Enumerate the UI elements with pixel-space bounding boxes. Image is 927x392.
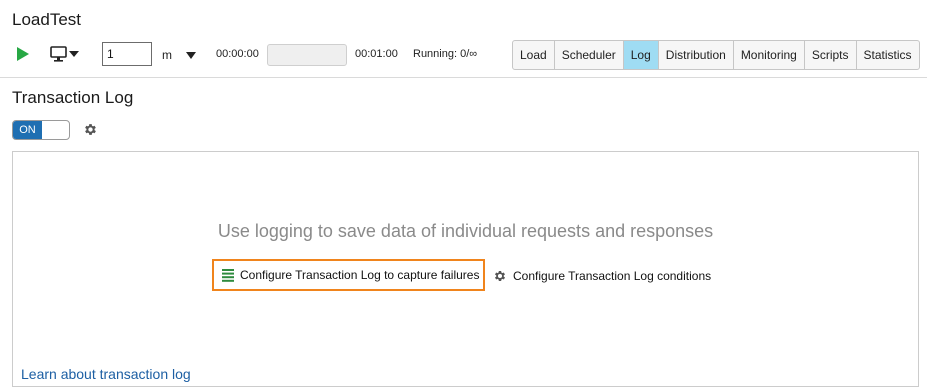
monitor-icon xyxy=(50,46,79,62)
tab-distribution[interactable]: Distribution xyxy=(659,41,734,69)
configure-conditions-button[interactable]: Configure Transaction Log conditions xyxy=(493,266,711,286)
unit-value: m xyxy=(162,48,172,62)
duration-time: 00:01:00 xyxy=(355,48,398,60)
empty-state-message: Use logging to save data of individual r… xyxy=(217,221,714,241)
tab-statistics[interactable]: Statistics xyxy=(857,41,919,69)
list-icon xyxy=(222,268,234,282)
monitor-dropdown-button[interactable] xyxy=(50,45,82,63)
transaction-log-panel: Use logging to save data of individual r… xyxy=(12,151,919,387)
learn-transaction-log-link[interactable]: Learn about transaction log xyxy=(21,366,191,382)
play-icon xyxy=(17,47,29,61)
gear-icon xyxy=(494,270,506,282)
section-title: Transaction Log xyxy=(12,88,134,107)
configure-failures-label: Configure Transaction Log to capture fai… xyxy=(240,268,480,282)
configure-failures-button[interactable]: Configure Transaction Log to capture fai… xyxy=(212,259,485,291)
tab-monitoring[interactable]: Monitoring xyxy=(734,41,805,69)
toolbar: m 00:00:00 00:01:00 Running: 0/∞ Load Sc… xyxy=(12,40,920,70)
configure-conditions-label: Configure Transaction Log conditions xyxy=(513,269,712,283)
progress-bar xyxy=(267,44,347,66)
view-tabs: Load Scheduler Log Distribution Monitori… xyxy=(512,40,920,70)
running-status: Running: 0/∞ xyxy=(413,48,478,60)
chevron-down-icon xyxy=(186,52,196,59)
logging-toggle[interactable]: ON xyxy=(12,120,70,140)
settings-button[interactable] xyxy=(83,122,98,137)
tab-scripts[interactable]: Scripts xyxy=(805,41,857,69)
unit-select[interactable]: m xyxy=(162,44,198,66)
count-input[interactable] xyxy=(102,42,152,66)
divider xyxy=(0,77,927,78)
toggle-label: ON xyxy=(13,121,42,139)
app-title: LoadTest xyxy=(12,10,81,29)
tab-log[interactable]: Log xyxy=(623,41,659,69)
tab-load[interactable]: Load xyxy=(513,41,555,69)
gear-icon xyxy=(85,124,96,135)
tab-scheduler[interactable]: Scheduler xyxy=(555,41,624,69)
elapsed-time: 00:00:00 xyxy=(216,48,259,60)
play-button[interactable] xyxy=(16,46,30,62)
